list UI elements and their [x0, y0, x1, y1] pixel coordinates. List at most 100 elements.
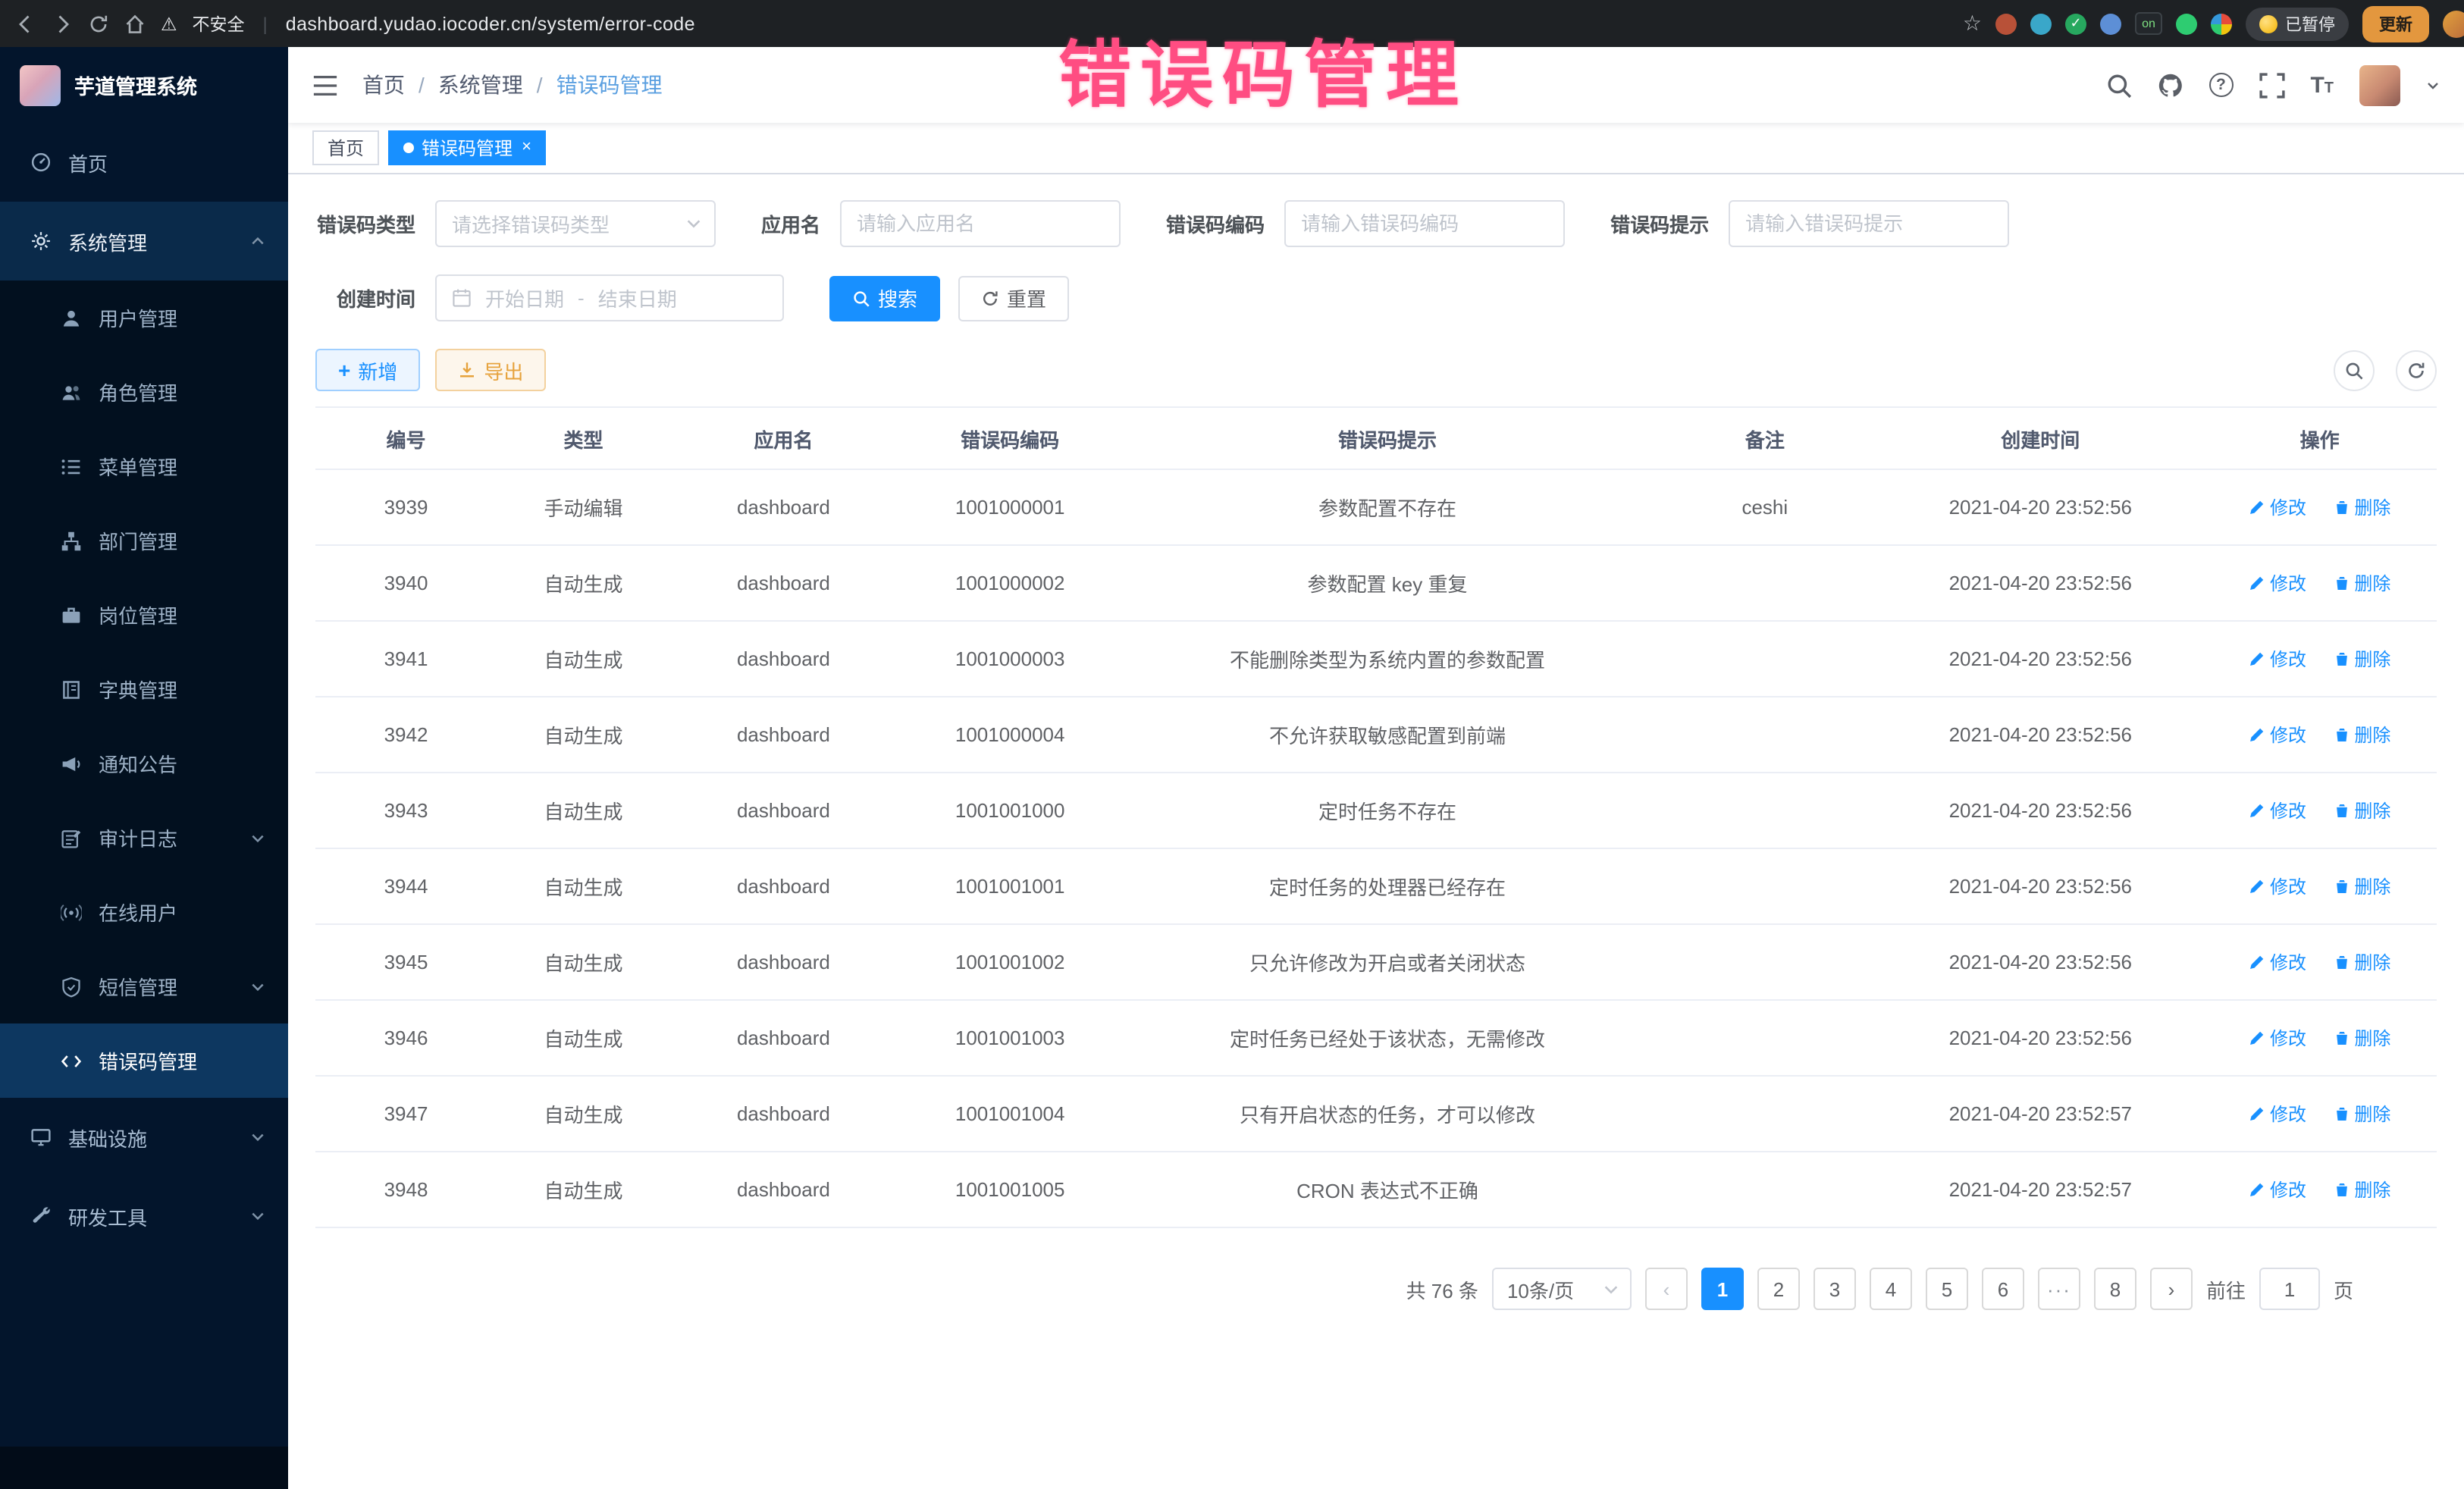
sidebar-item-home[interactable]: 首页 — [0, 123, 288, 202]
sidebar-item-audit-log[interactable]: 审计日志 — [0, 801, 288, 875]
hamburger-icon[interactable] — [312, 74, 338, 96]
goto-page-input[interactable] — [2259, 1268, 2320, 1310]
fullscreen-icon[interactable] — [2259, 72, 2284, 98]
delete-link[interactable]: 删除 — [2333, 494, 2390, 520]
close-icon[interactable]: × — [522, 139, 531, 156]
security-label[interactable]: 不安全 — [193, 11, 245, 36]
delete-link[interactable]: 删除 — [2333, 1101, 2390, 1127]
page-button-1[interactable]: 1 — [1701, 1268, 1744, 1310]
edit-link[interactable]: 修改 — [2249, 494, 2306, 520]
update-button[interactable]: 更新 — [2362, 5, 2429, 42]
export-button[interactable]: 导出 — [435, 349, 546, 391]
sidebar-item-infrastructure[interactable]: 基础设施 — [0, 1098, 288, 1177]
page-button-8[interactable]: 8 — [2094, 1268, 2136, 1310]
active-dot-icon — [403, 143, 414, 153]
back-icon[interactable] — [15, 13, 36, 34]
cell-type: 自动生成 — [497, 1169, 670, 1210]
tag-error-code[interactable]: 错误码管理 × — [388, 130, 547, 165]
delete-link[interactable]: 删除 — [2333, 1025, 2390, 1051]
extension-icon[interactable] — [2100, 13, 2121, 34]
sidebar-item-label: 菜单管理 — [99, 452, 177, 481]
edit-link[interactable]: 修改 — [2249, 798, 2306, 823]
page-content: 错误码类型 请选择错误码类型 应用名 错误码编码 错误码提示 — [288, 174, 2464, 1489]
edit-link[interactable]: 修改 — [2249, 949, 2306, 975]
breadcrumb-system[interactable]: 系统管理 — [438, 70, 523, 100]
sidebar-item-dictionary[interactable]: 字典管理 — [0, 652, 288, 726]
delete-link[interactable]: 删除 — [2333, 1177, 2390, 1202]
cell-app: dashboard — [670, 1020, 897, 1055]
app-name-input[interactable] — [840, 200, 1121, 247]
app-logo[interactable]: 芋道管理系统 — [0, 47, 288, 123]
caret-down-icon[interactable] — [2426, 78, 2440, 92]
edit-link[interactable]: 修改 — [2249, 1177, 2306, 1202]
page-size-select[interactable]: 10条/页 — [1492, 1268, 1632, 1310]
sidebar-item-menus[interactable]: 菜单管理 — [0, 429, 288, 503]
more-pages-button[interactable]: ··· — [2038, 1268, 2080, 1310]
cell-type: 自动生成 — [497, 563, 670, 603]
prev-page-button[interactable]: ‹ — [1645, 1268, 1688, 1310]
extension-leaf-icon[interactable] — [2176, 13, 2197, 34]
sidebar-item-error-code[interactable]: 错误码管理 — [0, 1023, 288, 1098]
sidebar-item-posts[interactable]: 岗位管理 — [0, 578, 288, 652]
delete-link[interactable]: 删除 — [2333, 646, 2390, 672]
edit-link[interactable]: 修改 — [2249, 1025, 2306, 1051]
delete-link[interactable]: 删除 — [2333, 570, 2390, 596]
breadcrumb-home[interactable]: 首页 — [362, 70, 405, 100]
delete-link[interactable]: 删除 — [2333, 722, 2390, 748]
extension-check-icon[interactable]: ✓ — [2065, 13, 2086, 34]
filter-type: 错误码类型 请选择错误码类型 — [315, 200, 716, 247]
page-button-3[interactable]: 3 — [1814, 1268, 1856, 1310]
sidebar-collapse-bar[interactable] — [0, 1447, 288, 1489]
extension-icon[interactable] — [1995, 13, 2017, 34]
user-avatar[interactable] — [2359, 64, 2400, 105]
delete-link[interactable]: 删除 — [2333, 873, 2390, 899]
delete-link[interactable]: 删除 — [2333, 798, 2390, 823]
url-text[interactable]: dashboard.yudao.iocoder.cn/system/error-… — [286, 13, 695, 34]
edit-link[interactable]: 修改 — [2249, 873, 2306, 899]
edit-link[interactable]: 修改 — [2249, 1101, 2306, 1127]
date-range-picker[interactable]: 开始日期 - 结束日期 — [435, 274, 784, 321]
edit-link[interactable]: 修改 — [2249, 646, 2306, 672]
delete-link[interactable]: 删除 — [2333, 949, 2390, 975]
page-button-2[interactable]: 2 — [1757, 1268, 1800, 1310]
add-button[interactable]: + 新增 — [315, 349, 420, 391]
error-code-input[interactable] — [1284, 200, 1565, 247]
github-icon[interactable] — [2157, 72, 2183, 98]
paused-badge[interactable]: 已暂停 — [2246, 7, 2349, 40]
next-page-button[interactable]: › — [2150, 1268, 2193, 1310]
toggle-search-button[interactable] — [2334, 350, 2375, 390]
help-icon[interactable]: ? — [2209, 73, 2233, 97]
sidebar-item-online-users[interactable]: 在线用户 — [0, 875, 288, 949]
search-icon[interactable] — [2105, 72, 2131, 98]
edit-link[interactable]: 修改 — [2249, 570, 2306, 596]
extension-pinwheel-icon[interactable] — [2211, 13, 2232, 34]
page-button-4[interactable]: 4 — [1870, 1268, 1912, 1310]
error-hint-input[interactable] — [1729, 200, 2009, 247]
sidebar-item-system[interactable]: 系统管理 — [0, 202, 288, 281]
bookmark-star-icon[interactable]: ☆ — [1963, 11, 1982, 36]
search-button[interactable]: 搜索 — [829, 275, 940, 321]
profile-emoji-icon — [2259, 14, 2277, 33]
refresh-table-button[interactable] — [2396, 350, 2437, 390]
sidebar-item-users[interactable]: 用户管理 — [0, 281, 288, 355]
forward-icon[interactable] — [52, 13, 73, 34]
extension-icon[interactable] — [2030, 13, 2052, 34]
home-icon[interactable] — [124, 13, 146, 34]
sidebar-item-devtools[interactable]: 研发工具 — [0, 1177, 288, 1255]
cell-code: 1001001000 — [897, 793, 1124, 828]
sidebar-item-sms[interactable]: 短信管理 — [0, 949, 288, 1023]
tag-home[interactable]: 首页 — [312, 130, 379, 165]
font-size-icon[interactable]: TT — [2310, 74, 2334, 96]
sidebar-item-roles[interactable]: 角色管理 — [0, 355, 288, 429]
error-type-select[interactable]: 请选择错误码类型 — [435, 200, 716, 247]
reload-icon[interactable] — [88, 13, 109, 34]
edit-link[interactable]: 修改 — [2249, 722, 2306, 748]
extension-on-badge[interactable]: on — [2135, 12, 2162, 35]
sidebar-item-departments[interactable]: 部门管理 — [0, 503, 288, 578]
page-button-5[interactable]: 5 — [1926, 1268, 1968, 1310]
page-button-6[interactable]: 6 — [1982, 1268, 2024, 1310]
browser-avatar[interactable] — [2443, 10, 2464, 37]
reset-button[interactable]: 重置 — [958, 275, 1069, 321]
sidebar-item-label: 岗位管理 — [99, 600, 177, 629]
sidebar-item-notices[interactable]: 通知公告 — [0, 726, 288, 801]
